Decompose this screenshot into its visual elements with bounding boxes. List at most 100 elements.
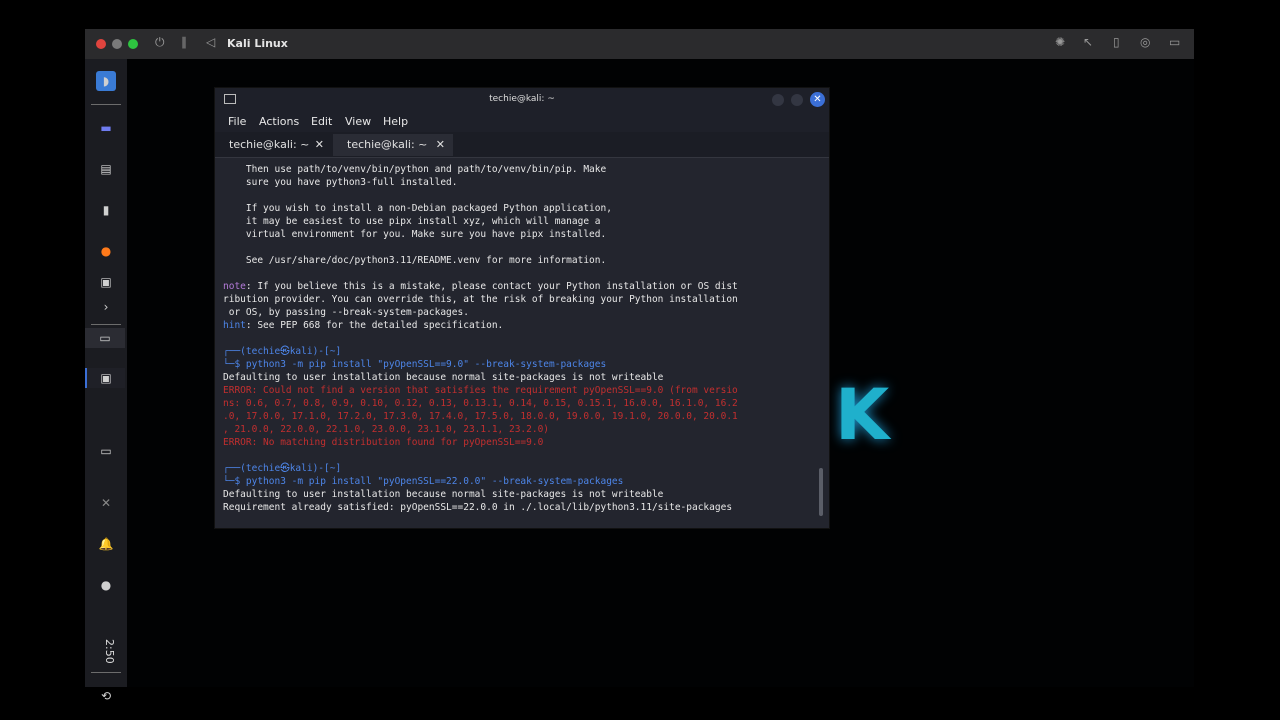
terminal-line: Defaulting to user installation because … bbox=[223, 371, 823, 384]
panel-divider bbox=[91, 324, 121, 325]
network-icon[interactable]: ● bbox=[96, 575, 116, 595]
arrow-icon[interactable]: ↖ bbox=[1083, 35, 1093, 49]
terminal-text: .0, 17.0.0, 17.1.0, 17.2.0, 17.3.0, 17.4… bbox=[223, 411, 738, 422]
mute-icon[interactable]: ✕ bbox=[96, 493, 116, 513]
tab-2-active[interactable]: techie@kali: ~ ✕ bbox=[333, 134, 453, 156]
folder-icon[interactable]: ▭ bbox=[1169, 35, 1180, 49]
usb-icon[interactable]: ▯ bbox=[1113, 35, 1120, 49]
tab-1[interactable]: techie@kali: ~ ✕ bbox=[215, 134, 332, 156]
terminal-window[interactable]: techie@kali: ~ ✕ File Actions Edit View … bbox=[215, 88, 829, 528]
terminal-line: ERROR: No matching distribution found fo… bbox=[223, 436, 823, 449]
panel-divider bbox=[91, 672, 121, 673]
workspace-icon[interactable]: ▭ bbox=[85, 328, 125, 348]
terminal-text: virtual environment for you. Make sure y… bbox=[223, 229, 607, 240]
brightness-icon[interactable]: ✺ bbox=[1055, 35, 1065, 49]
terminal-text: Then use path/to/venv/bin/python and pat… bbox=[223, 164, 607, 175]
terminal-text: , 21.0.0, 22.0.0, 22.1.0, 23.0.0, 23.1.0… bbox=[223, 424, 550, 435]
terminal-icon[interactable]: ▣ bbox=[96, 272, 116, 292]
kali-menu-icon[interactable]: ◗ bbox=[96, 71, 116, 91]
terminal-text: or OS, by passing --break-system-package… bbox=[223, 307, 469, 318]
menu-view[interactable]: View bbox=[345, 115, 371, 128]
terminal-text: ns: 0.6, 0.7, 0.8, 0.9, 0.10, 0.12, 0.13… bbox=[223, 398, 738, 409]
terminal-text: sure you have python3-full installed. bbox=[223, 177, 458, 188]
terminal-menubar: File Actions Edit View Help bbox=[215, 112, 829, 132]
terminal-line: See /usr/share/doc/python3.11/README.ven… bbox=[223, 254, 823, 267]
terminal-line: ns: 0.6, 0.7, 0.8, 0.9, 0.10, 0.12, 0.13… bbox=[223, 397, 823, 410]
terminal-line: └─$ python3 -m pip install "pyOpenSSL==9… bbox=[223, 358, 823, 371]
show-desktop-icon[interactable]: ▬ bbox=[96, 118, 116, 138]
terminal-line: ┌──(techie㉿kali)-[~] bbox=[223, 345, 823, 358]
taskbar-terminal-icon[interactable]: ▣ bbox=[85, 368, 125, 388]
close-button[interactable]: ✕ bbox=[810, 92, 825, 107]
terminal-text: If you wish to install a non-Debian pack… bbox=[223, 203, 612, 214]
terminal-line: hint: See PEP 668 for the detailed speci… bbox=[223, 319, 823, 332]
terminal-line: ERROR: Could not find a version that sat… bbox=[223, 384, 823, 397]
close-tab-icon[interactable]: ✕ bbox=[315, 138, 324, 151]
terminal-text: hint bbox=[223, 320, 246, 331]
terminal-titlebar[interactable]: techie@kali: ~ ✕ bbox=[215, 88, 829, 112]
menu-file[interactable]: File bbox=[228, 115, 246, 128]
window-icon[interactable]: ▭ bbox=[96, 441, 116, 461]
terminal-text: Requirement already satisfied: pyOpenSSL… bbox=[223, 502, 733, 513]
side-panel: ◗ ▬ ▤ ▮ ● ▣ › ▭ ▣ ▭ ✕ 🔔 ● 2:50 ⟲ bbox=[85, 59, 127, 703]
terminal-line: Defaulting to user installation because … bbox=[223, 488, 823, 501]
terminal-text: ERROR: Could not find a version that sat… bbox=[223, 385, 738, 396]
minimize-light[interactable] bbox=[112, 39, 122, 49]
camera-icon[interactable]: ◎ bbox=[1140, 35, 1150, 49]
panel-clock: 2:50 bbox=[103, 638, 116, 664]
close-light[interactable] bbox=[96, 39, 106, 49]
back-icon[interactable]: ◁ bbox=[206, 35, 215, 49]
terminal-text: : If you believe this is a mistake, plea… bbox=[245, 281, 738, 292]
terminal-line: it may be easiest to use pipx install xy… bbox=[223, 215, 823, 228]
power-icon[interactable]: ⏻ bbox=[155, 35, 165, 50]
minimize-button[interactable] bbox=[772, 94, 784, 106]
terminal-line: Then use path/to/venv/bin/python and pat… bbox=[223, 163, 823, 176]
terminal-line: or OS, by passing --break-system-package… bbox=[223, 306, 823, 319]
notification-bell-icon[interactable]: 🔔 bbox=[96, 534, 116, 554]
terminal-text: ERROR: No matching distribution found fo… bbox=[223, 437, 544, 448]
terminal-line: note: If you believe this is a mistake, … bbox=[223, 280, 823, 293]
terminal-text: Defaulting to user installation because … bbox=[223, 489, 664, 500]
zoom-light[interactable] bbox=[128, 39, 138, 49]
terminal-line: If you wish to install a non-Debian pack… bbox=[223, 202, 823, 215]
terminal-text: See /usr/share/doc/python3.11/README.ven… bbox=[223, 255, 607, 266]
vm-titlebar: ⏻ ∥ ◁ Kali Linux ✺ ↖ ▯ ◎ ▭ bbox=[85, 29, 1194, 59]
terminal-line: .0, 17.0.0, 17.1.0, 17.2.0, 17.3.0, 17.4… bbox=[223, 410, 823, 423]
terminal-text: ┌──(techie㉿kali)-[~] bbox=[223, 346, 342, 357]
panel-divider bbox=[91, 104, 121, 105]
close-tab-icon[interactable]: ✕ bbox=[436, 138, 445, 151]
terminal-line: └─$ python3 -m pip install "pyOpenSSL==2… bbox=[223, 475, 823, 488]
terminal-title: techie@kali: ~ bbox=[489, 94, 555, 104]
scrollbar[interactable] bbox=[819, 468, 823, 516]
tab-label: techie@kali: ~ bbox=[229, 138, 310, 151]
logout-icon[interactable]: ⟲ bbox=[96, 686, 116, 706]
terminal-text: └─$ python3 -m pip install "pyOpenSSL==2… bbox=[223, 476, 624, 487]
maximize-button[interactable] bbox=[791, 94, 803, 106]
menu-actions[interactable]: Actions bbox=[259, 115, 299, 128]
files-icon[interactable]: ▤ bbox=[96, 159, 116, 179]
terminal-text: note bbox=[223, 281, 246, 292]
kali-dragon-logo: K bbox=[835, 374, 890, 456]
terminal-output[interactable]: Then use path/to/venv/bin/python and pat… bbox=[223, 163, 823, 519]
terminal-tabs: techie@kali: ~ ✕ techie@kali: ~ ✕ bbox=[215, 132, 829, 158]
terminal-text: ribution provider. You can override this… bbox=[223, 294, 738, 305]
menu-help[interactable]: Help bbox=[383, 115, 408, 128]
terminal-text: ┌──(techie㉿kali)-[~] bbox=[223, 463, 342, 474]
chevron-right-icon[interactable]: › bbox=[96, 297, 116, 317]
terminal-line: virtual environment for you. Make sure y… bbox=[223, 228, 823, 241]
terminal-line: Requirement already satisfied: pyOpenSSL… bbox=[223, 501, 823, 514]
terminal-text: Defaulting to user installation because … bbox=[223, 372, 664, 383]
terminal-text: it may be easiest to use pipx install xy… bbox=[223, 216, 601, 227]
menu-edit[interactable]: Edit bbox=[311, 115, 332, 128]
tab-label: techie@kali: ~ bbox=[347, 138, 428, 151]
vm-title: Kali Linux bbox=[227, 37, 288, 50]
pause-icon[interactable]: ∥ bbox=[181, 35, 187, 49]
terminal-line: sure you have python3-full installed. bbox=[223, 176, 823, 189]
firefox-icon[interactable]: ● bbox=[96, 241, 116, 261]
text-editor-icon[interactable]: ▮ bbox=[96, 200, 116, 220]
